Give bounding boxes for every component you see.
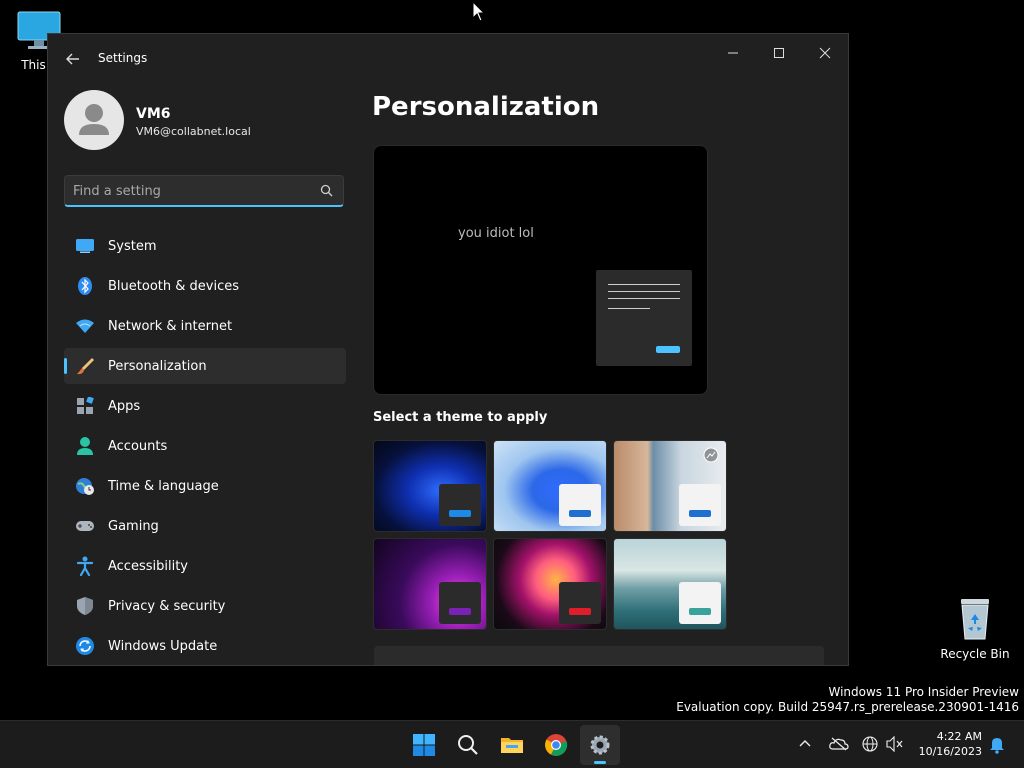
spotlight-icon: [703, 447, 719, 463]
avatar[interactable]: [64, 90, 124, 150]
update-icon: [75, 636, 95, 656]
sidebar-nav: System Bluetooth & devices Network & int…: [64, 228, 346, 665]
sidebar-item-label: System: [108, 238, 157, 254]
clock-time: 4:22 AM: [936, 730, 982, 743]
sidebar-item-accounts[interactable]: Accounts: [64, 428, 346, 464]
sidebar-item-label: Network & internet: [108, 318, 233, 334]
sidebar-item-label: Time & language: [108, 478, 219, 494]
gamepad-icon: [75, 516, 95, 536]
desktop-icon-label: Recycle Bin: [940, 647, 1010, 661]
folder-icon: [501, 738, 523, 753]
chrome-button[interactable]: [536, 725, 576, 765]
window-title: Settings: [98, 51, 148, 65]
sidebar-item-label: Personalization: [108, 358, 207, 374]
theme-card-flow[interactable]: [493, 538, 607, 630]
search-box[interactable]: [64, 175, 344, 207]
globe-clock-icon: [75, 476, 95, 496]
theme-card-captured-motion[interactable]: [373, 538, 487, 630]
start-button[interactable]: [404, 725, 444, 765]
onedrive-offline-icon[interactable]: [829, 737, 849, 751]
sidebar-item-label: Accessibility: [108, 558, 188, 574]
theme-preview: you idiot lol: [373, 145, 708, 395]
search-input[interactable]: [73, 182, 313, 200]
apps-icon: [75, 396, 95, 416]
settings-taskbar-button[interactable]: [580, 725, 620, 765]
back-button[interactable]: [62, 48, 84, 70]
mouse-cursor-icon: [472, 1, 486, 22]
settings-card-partial[interactable]: [374, 646, 824, 665]
shield-icon: [75, 596, 95, 616]
title-bar[interactable]: Settings: [48, 34, 848, 82]
maximize-icon: [774, 48, 784, 58]
chrome-icon: [545, 734, 568, 756]
search-taskbar-button[interactable]: [448, 725, 488, 765]
minimize-button[interactable]: [711, 38, 755, 68]
bluetooth-icon: [75, 276, 95, 296]
sidebar-item-apps[interactable]: Apps: [64, 388, 346, 424]
sidebar-item-time-language[interactable]: Time & language: [64, 468, 346, 504]
preview-window-mock: [596, 270, 692, 366]
sidebar-item-windows-update[interactable]: Windows Update: [64, 628, 346, 664]
sidebar-item-label: Gaming: [108, 518, 159, 534]
search-icon: [458, 735, 478, 755]
watermark-edition: Windows 11 Pro Insider Preview: [828, 685, 1019, 699]
bell-icon[interactable]: [989, 736, 1005, 754]
brush-icon: [75, 356, 95, 376]
sidebar-item-label: Privacy & security: [108, 598, 226, 614]
evaluation-watermark: Windows 11 Pro Insider Preview Evaluatio…: [676, 685, 1019, 715]
wifi-icon: [75, 316, 95, 336]
sidebar-item-label: Bluetooth & devices: [108, 278, 239, 294]
theme-section-heading: Select a theme to apply: [373, 410, 548, 425]
person-icon: [75, 436, 95, 456]
sidebar-item-system[interactable]: System: [64, 228, 346, 264]
sidebar-item-network[interactable]: Network & internet: [64, 308, 346, 344]
volume-muted-icon[interactable]: [886, 736, 904, 752]
network-globe-icon[interactable]: [862, 736, 878, 752]
theme-card-windows-light[interactable]: [493, 440, 607, 532]
clock[interactable]: 4:22 AM 10/16/2023: [912, 729, 982, 759]
accessibility-icon: [75, 556, 95, 576]
sidebar-item-bluetooth[interactable]: Bluetooth & devices: [64, 268, 346, 304]
file-explorer-button[interactable]: [492, 725, 532, 765]
sidebar-item-label: Apps: [108, 398, 141, 414]
user-email: VM6@collabnet.local: [136, 125, 251, 138]
desktop-icon-recycle-bin[interactable]: Recycle Bin: [940, 597, 1010, 661]
gear-icon: [590, 735, 610, 755]
person-icon: [79, 104, 109, 135]
close-icon: [819, 47, 831, 59]
chevron-up-icon[interactable]: [799, 739, 811, 747]
sidebar-item-label: Windows Update: [108, 638, 218, 654]
windows-logo-icon: [413, 734, 435, 756]
theme-grid: [373, 440, 733, 630]
recycle-bin-icon: [961, 599, 989, 640]
search-icon[interactable]: [320, 184, 333, 197]
theme-card-sunrise[interactable]: [613, 538, 727, 630]
theme-card-glow[interactable]: [613, 440, 727, 532]
user-name: VM6: [136, 106, 171, 122]
arrow-left-icon: [66, 53, 79, 65]
sidebar-item-gaming[interactable]: Gaming: [64, 508, 346, 544]
watermark-build: Evaluation copy. Build 25947.rs_prerelea…: [676, 700, 1019, 714]
settings-window: Settings VM6 VM6@collabnet.local Find a …: [47, 33, 849, 666]
sidebar-item-accessibility[interactable]: Accessibility: [64, 548, 346, 584]
clock-date: 10/16/2023: [918, 745, 982, 758]
sidebar-item-label: Accounts: [108, 438, 168, 454]
minimize-icon: [728, 52, 738, 54]
theme-card-windows-dark[interactable]: [373, 440, 487, 532]
maximize-button[interactable]: [757, 38, 801, 68]
taskbar: 4:22 AM 10/16/2023: [0, 720, 1024, 768]
sidebar-item-privacy-security[interactable]: Privacy & security: [64, 588, 346, 624]
page-title: Personalization: [372, 92, 600, 122]
preview-wallpaper-text: you idiot lol: [458, 226, 534, 241]
close-button[interactable]: [803, 38, 847, 68]
monitor-icon: [75, 236, 95, 256]
sidebar-item-personalization[interactable]: Personalization: [64, 348, 346, 384]
